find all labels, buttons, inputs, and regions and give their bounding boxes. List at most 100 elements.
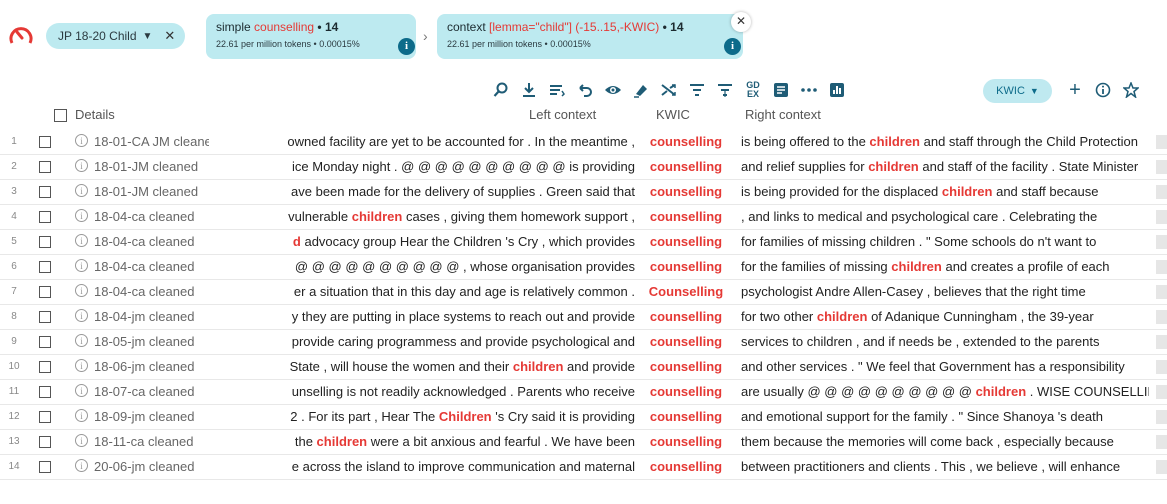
more-dots-icon[interactable]	[798, 78, 820, 102]
right-context-cell[interactable]: for families of missing children . " Som…	[741, 234, 1149, 249]
star-icon[interactable]	[1120, 78, 1142, 102]
left-context-cell[interactable]: @ @ @ @ @ @ @ @ @ @ , whose organisation…	[210, 259, 635, 274]
kwic-cell[interactable]: counselling	[640, 259, 732, 274]
row-action-icon[interactable]	[1156, 235, 1167, 249]
left-context-cell[interactable]: vulnerable children cases , giving them …	[210, 209, 635, 224]
table-row[interactable]: 8 i 18-04-jm cleaned y they are putting in …	[0, 305, 1167, 330]
table-row[interactable]: 4 i 18-04-ca cleaned vulnerable children ca…	[0, 205, 1167, 230]
kwic-cell[interactable]: counselling	[640, 459, 732, 474]
table-row[interactable]: 7 i 18-04-ca cleaned er a situation that in…	[0, 280, 1167, 305]
right-context-cell[interactable]: and relief supplies for children and sta…	[741, 159, 1149, 174]
row-checkbox[interactable]	[39, 386, 51, 398]
details-cell[interactable]: 18-09-jm cleaned	[94, 409, 209, 424]
kwic-cell[interactable]: counselling	[640, 309, 732, 324]
right-context-cell[interactable]: between practitioners and clients . This…	[741, 459, 1149, 474]
view-eye-icon[interactable]	[602, 78, 624, 102]
details-cell[interactable]: 18-11-ca cleaned	[94, 434, 209, 449]
details-cell[interactable]: 18-04-jm cleaned	[94, 309, 209, 324]
close-icon[interactable]: ✕	[731, 12, 751, 32]
right-context-cell[interactable]: them because the memories will come back…	[741, 434, 1149, 449]
info-icon[interactable]: i	[75, 309, 88, 322]
right-context-cell[interactable]: and emotional support for the family . "…	[741, 409, 1149, 424]
details-cell[interactable]: 18-07-ca cleaned	[94, 384, 209, 399]
row-checkbox[interactable]	[39, 261, 51, 273]
left-context-cell[interactable]: provide caring programmess and provide p…	[210, 334, 635, 349]
row-action-icon[interactable]	[1156, 260, 1167, 274]
corpus-selector[interactable]: JP 18-20 Child ▼ ✕	[46, 23, 186, 49]
table-row[interactable]: 12 i 18-09-jm cleaned 2 . For its part , He…	[0, 405, 1167, 430]
row-action-icon[interactable]	[1156, 360, 1167, 374]
left-context-cell[interactable]: ice Monday night . @ @ @ @ @ @ @ @ @ @ i…	[210, 159, 635, 174]
row-checkbox[interactable]	[39, 361, 51, 373]
kwic-column-header[interactable]: KWIC	[656, 107, 690, 122]
kwic-cell[interactable]: counselling	[640, 209, 732, 224]
row-action-icon[interactable]	[1156, 210, 1167, 224]
info-icon[interactable]: i	[75, 134, 88, 147]
add-icon[interactable]: +	[1064, 78, 1086, 102]
sort-lines-icon[interactable]	[546, 78, 568, 102]
right-context-cell[interactable]: are usually @ @ @ @ @ @ @ @ @ @ children…	[741, 384, 1149, 399]
kwic-cell[interactable]: counselling	[640, 159, 732, 174]
left-context-cell[interactable]: 2 . For its part , Hear The Children 's …	[210, 409, 635, 424]
row-checkbox[interactable]	[39, 161, 51, 173]
details-column-header[interactable]: Details	[75, 107, 115, 122]
sketch-engine-logo-icon[interactable]	[8, 24, 34, 48]
row-checkbox[interactable]	[39, 436, 51, 448]
breadcrumb-context-filter[interactable]: context [lemma="child"] (-15..15,-KWIC) …	[437, 14, 743, 59]
table-row[interactable]: 9 i 18-05-jm cleaned provide caring program…	[0, 330, 1167, 355]
left-context-cell[interactable]: er a situation that in this day and age …	[210, 284, 635, 299]
left-context-column-header[interactable]: Left context	[529, 107, 596, 122]
details-cell[interactable]: 18-04-ca cleaned	[94, 209, 209, 224]
details-cell[interactable]: 18-04-ca cleaned	[94, 259, 209, 274]
kwic-view-dropdown[interactable]: KWIC ▼	[983, 79, 1052, 103]
shuffle-icon[interactable]	[658, 78, 680, 102]
info-icon[interactable]: i	[398, 38, 415, 55]
info-icon[interactable]: i	[724, 38, 741, 55]
table-row[interactable]: 3 i 18-01-JM cleaned ave been made for the …	[0, 180, 1167, 205]
right-context-cell[interactable]: psychologist Andre Allen-Casey , believe…	[741, 284, 1149, 299]
right-context-cell[interactable]: services to children , and if needs be ,…	[741, 334, 1149, 349]
info-icon[interactable]: i	[75, 184, 88, 197]
info-icon[interactable]: i	[75, 209, 88, 222]
details-cell[interactable]: 18-04-ca cleaned	[94, 284, 209, 299]
info-icon[interactable]: i	[75, 334, 88, 347]
row-action-icon[interactable]	[1156, 160, 1167, 174]
details-cell[interactable]: 18-01-CA JM cleaned	[94, 134, 209, 149]
text-view-icon[interactable]	[770, 78, 792, 102]
undo-icon[interactable]	[574, 78, 596, 102]
table-row[interactable]: 14 i 20-06-jm cleaned e across the island t…	[0, 455, 1167, 480]
right-context-cell[interactable]: is being offered to the children and sta…	[741, 134, 1149, 149]
search-icon[interactable]	[490, 78, 512, 102]
left-context-cell[interactable]: d advocacy group Hear the Children 's Cr…	[210, 234, 635, 249]
table-row[interactable]: 13 i 18-11-ca cleaned the children were a b…	[0, 430, 1167, 455]
kwic-cell[interactable]: counselling	[640, 134, 732, 149]
row-checkbox[interactable]	[39, 236, 51, 248]
row-checkbox[interactable]	[39, 211, 51, 223]
row-action-icon[interactable]	[1156, 385, 1167, 399]
row-checkbox[interactable]	[39, 461, 51, 473]
left-context-cell[interactable]: unselling is not readily acknowledged . …	[210, 384, 635, 399]
kwic-cell[interactable]: counselling	[640, 334, 732, 349]
row-action-icon[interactable]	[1156, 285, 1167, 299]
details-cell[interactable]: 18-01-JM cleaned	[94, 159, 209, 174]
row-checkbox[interactable]	[39, 186, 51, 198]
row-action-icon[interactable]	[1156, 135, 1167, 149]
left-context-cell[interactable]: owned facility are yet to be accounted f…	[210, 134, 635, 149]
table-row[interactable]: 1 i 18-01-CA JM cleaned owned facility are …	[0, 130, 1167, 155]
details-cell[interactable]: 20-06-jm cleaned	[94, 459, 209, 474]
left-context-cell[interactable]: ave been made for the delivery of suppli…	[210, 184, 635, 199]
info-icon[interactable]: i	[75, 459, 88, 472]
kwic-cell[interactable]: Counselling	[640, 284, 732, 299]
row-action-icon[interactable]	[1156, 410, 1167, 424]
table-row[interactable]: 6 i 18-04-ca cleaned @ @ @ @ @ @ @ @ @ @ , …	[0, 255, 1167, 280]
info-icon[interactable]: i	[75, 284, 88, 297]
info-icon[interactable]: i	[75, 434, 88, 447]
breadcrumb-simple-query[interactable]: simple counselling • 14 22.61 per millio…	[206, 14, 416, 59]
left-context-cell[interactable]: State , will house the women and their c…	[210, 359, 635, 374]
download-icon[interactable]	[518, 78, 540, 102]
row-action-icon[interactable]	[1156, 460, 1167, 474]
kwic-cell[interactable]: counselling	[640, 234, 732, 249]
row-checkbox[interactable]	[39, 411, 51, 423]
right-context-cell[interactable]: for two other children of Adanique Cunni…	[741, 309, 1149, 324]
highlight-icon[interactable]	[630, 78, 652, 102]
